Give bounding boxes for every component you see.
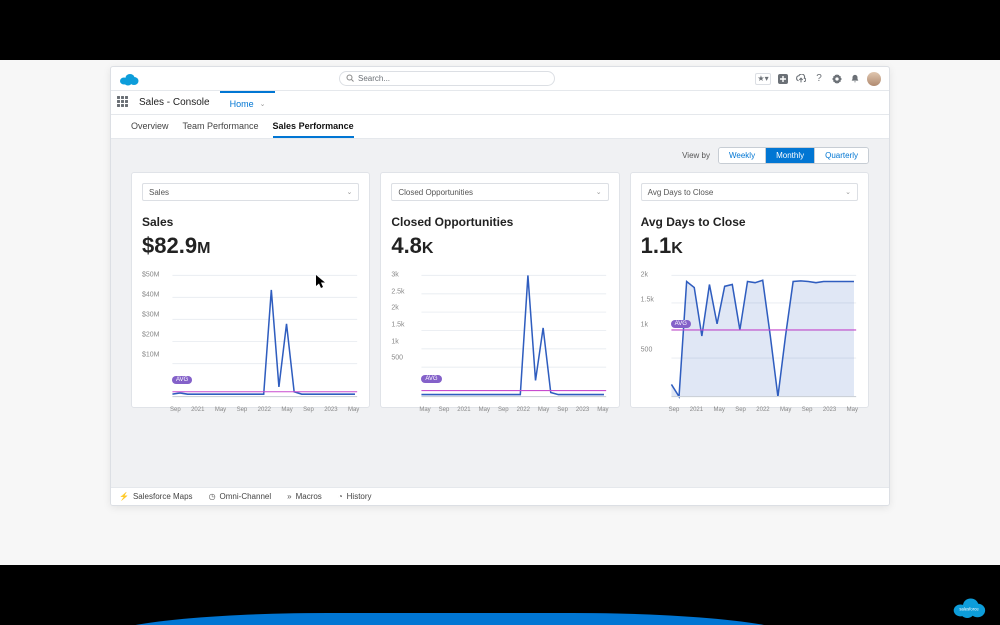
card-value: 1.1K [641, 233, 858, 259]
x-ticks: Sep2021MaySep2022MaySep2023May [669, 407, 858, 413]
avg-badge: AVG [172, 376, 192, 384]
chart-sales: $50M$40M$30M$20M$10MAVGSep2021MaySep2022… [142, 271, 359, 401]
card-value: $82.9M [142, 233, 359, 259]
macros-icon: » [287, 492, 291, 501]
x-ticks: MaySep2021MaySep2022MaySep2023May [419, 407, 608, 413]
y-tick: 3k [391, 272, 398, 279]
metric-card-sales: Sales⌄ Sales $82.9M $50M $40M $30M $20M $10M AVG… [131, 172, 370, 408]
chevron-down-icon: ⌄ [346, 188, 352, 196]
card-title: Sales [142, 215, 359, 229]
viewby-segmented: Weekly Monthly Quarterly [718, 147, 869, 164]
card-value: 4.8K [391, 233, 608, 259]
viewby-label: View by [682, 151, 710, 160]
card-select-closed[interactable]: Closed Opportunities⌄ [391, 183, 608, 201]
card-title: Avg Days to Close [641, 215, 858, 229]
search-placeholder: Search... [358, 74, 390, 83]
y-tick: 1.5k [391, 322, 404, 329]
user-avatar[interactable] [867, 72, 881, 86]
subtab-overview[interactable]: Overview [131, 115, 169, 138]
chart-days: 2k1.5k1k500AVGSep2021MaySep2022MaySep202… [641, 271, 858, 401]
viewby-quarterly[interactable]: Quarterly [815, 148, 868, 163]
omni-icon: ◷ [209, 492, 216, 501]
y-tick: 2k [641, 272, 648, 279]
nav-tab-home[interactable]: Home ⌄ [220, 91, 276, 115]
global-header: Search... ★▾ ? [111, 67, 889, 91]
y-tick: 500 [641, 347, 653, 354]
favorites-button[interactable]: ★▾ [755, 73, 771, 85]
chevron-down-icon[interactable]: ⌄ [260, 100, 266, 108]
utility-bar: ⚡Salesforce Maps ◷Omni-Channel »Macros ◔… [111, 487, 889, 505]
clock-icon: ◔ [338, 492, 343, 501]
header-actions: ★▾ ? [755, 72, 881, 86]
salesforce-badge-icon: salesforce [952, 595, 986, 619]
y-tick: 500 [391, 355, 403, 362]
app-launcher-icon[interactable] [117, 96, 131, 110]
y-tick: 2.5k [391, 288, 404, 295]
util-macros[interactable]: »Macros [287, 492, 322, 501]
navigation-bar: Sales - Console Home ⌄ [111, 91, 889, 115]
viewby-row: View by Weekly Monthly Quarterly [131, 147, 869, 164]
chart-closed: 3k2.5k2k1.5k1k500AVGMaySep2021MaySep2022… [391, 271, 608, 401]
y-tick: $40M [142, 292, 160, 299]
y-tick: $30M [142, 312, 160, 319]
create-icon[interactable] [777, 73, 789, 85]
subtab-team-performance[interactable]: Team Performance [183, 115, 259, 138]
viewby-monthly[interactable]: Monthly [766, 148, 815, 163]
x-ticks: Sep2021MaySep2022MaySep2023May [170, 407, 359, 413]
subtab-sales-performance[interactable]: Sales Performance [273, 115, 354, 138]
y-tick: $10M [142, 352, 160, 359]
util-omni-channel[interactable]: ◷Omni-Channel [209, 492, 272, 501]
dashboard-content: View by Weekly Monthly Quarterly Sales⌄S… [111, 139, 889, 505]
avg-badge: AVG [671, 320, 691, 328]
card-title: Closed Opportunities [391, 215, 608, 229]
svg-text:salesforce: salesforce [959, 606, 979, 611]
avg-badge: AVG [421, 375, 441, 383]
setup-gear-icon[interactable] [831, 73, 843, 85]
sub-tabs: Overview Team Performance Sales Performa… [111, 115, 889, 139]
notifications-bell-icon[interactable] [849, 73, 861, 85]
viewby-weekly[interactable]: Weekly [719, 148, 766, 163]
metric-card-closed: Closed Opportunities⌄Closed Opportunitie… [380, 172, 619, 408]
y-tick: 2k [391, 305, 398, 312]
y-tick: $20M [142, 332, 160, 339]
chevron-down-icon: ⌄ [596, 188, 602, 196]
search-icon [346, 74, 354, 84]
card-select-sales[interactable]: Sales⌄ [142, 183, 359, 201]
card-select-days[interactable]: Avg Days to Close⌄ [641, 183, 858, 201]
util-salesforce-maps[interactable]: ⚡Salesforce Maps [119, 492, 193, 501]
app-name: Sales - Console [139, 97, 210, 108]
util-history[interactable]: ◔History [338, 492, 372, 501]
metric-card-days: Avg Days to Close⌄ Avg Days to Close 1.1K 2… [630, 172, 869, 408]
salesforce-logo-icon [119, 72, 139, 86]
app-window: Search... ★▾ ? Sales - Console Home ⌄ [110, 66, 890, 506]
y-tick: 1k [641, 322, 648, 329]
bolt-icon: ⚡ [119, 492, 129, 501]
y-tick: 1k [391, 338, 398, 345]
global-search-input[interactable]: Search... [339, 71, 555, 86]
help-icon[interactable]: ? [813, 73, 825, 85]
y-tick: $50M [142, 272, 160, 279]
upload-icon[interactable] [795, 73, 807, 85]
cards-row: Sales⌄ Sales $82.9M $50M $40M $30M $20M $10M AVG… [131, 172, 869, 408]
wave-decoration [100, 613, 800, 625]
chevron-down-icon: ⌄ [845, 188, 851, 196]
y-tick: 1.5k [641, 297, 654, 304]
